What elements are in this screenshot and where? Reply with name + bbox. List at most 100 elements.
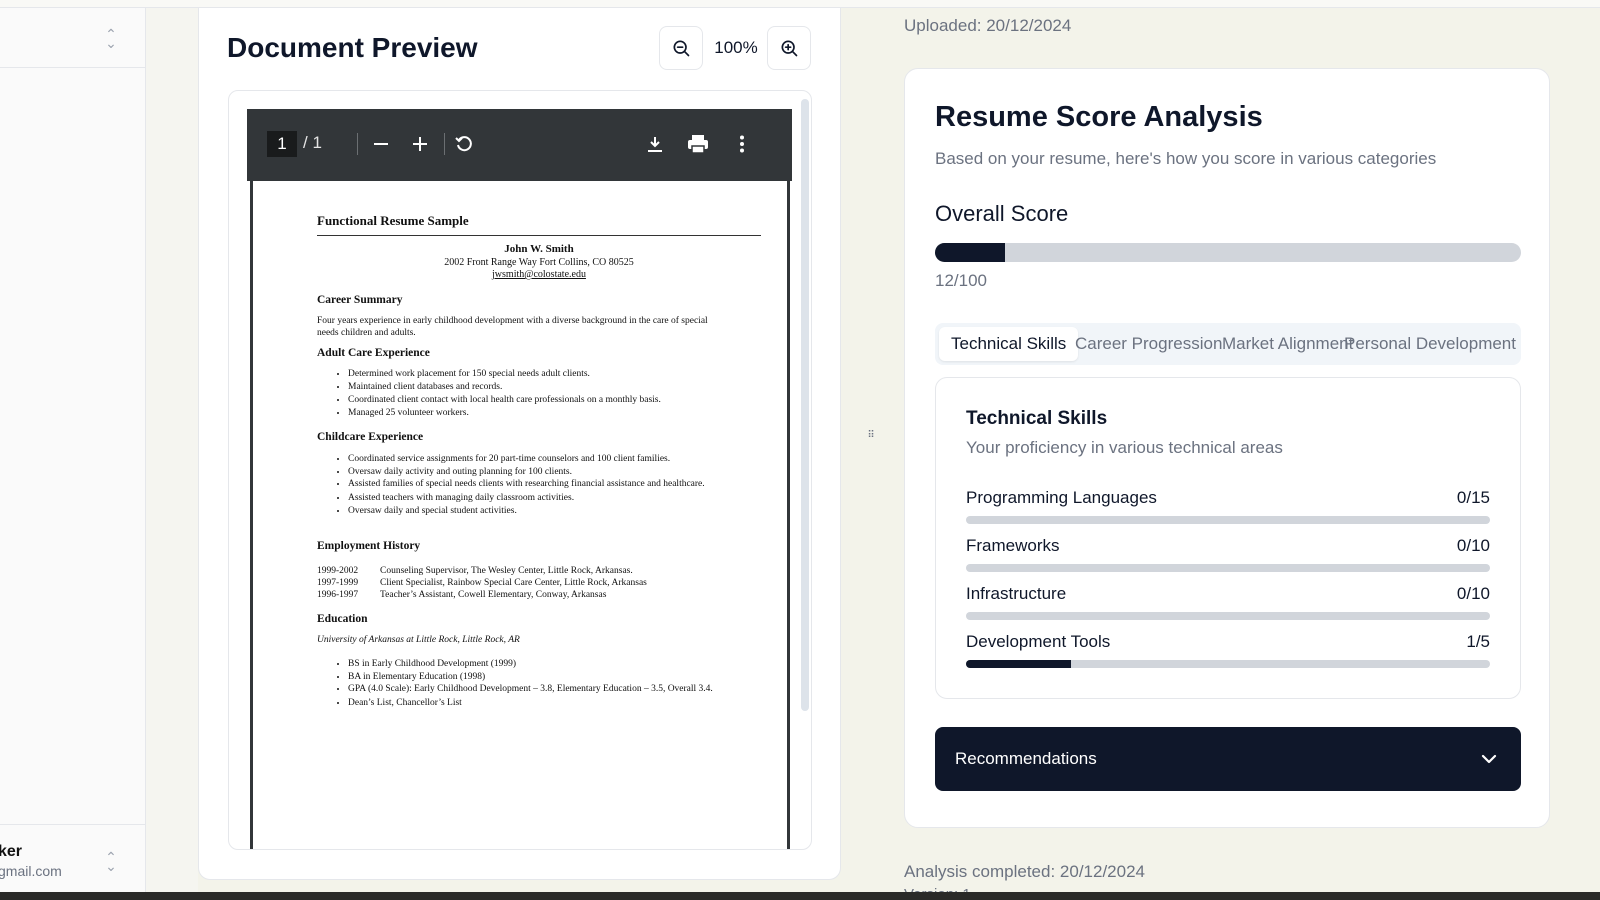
employment-heading: Employment History [317,540,421,552]
download-button[interactable] [641,130,669,158]
list-item: Assisted teachers with managing daily cl… [348,492,713,505]
employment-years: 1999-2002 [317,566,359,576]
pdf-zoom-out-button[interactable] [367,130,395,158]
pdf-zoom-in-button[interactable] [406,130,434,158]
childcare-heading: Childcare Experience [317,431,424,443]
list-item: Oversaw daily activity and outing planni… [348,466,713,479]
plus-icon [413,137,427,151]
employment-row: 1999-2002 Counseling Supervisor, The Wesl… [317,565,633,577]
skill-progress-bar [966,612,1490,620]
user-name: ker [0,843,23,860]
list-item: Dean’s List, Chancellor’s List [348,697,713,710]
overall-score-fill [935,243,1006,262]
recommendations-accordion[interactable]: Recommendations [935,727,1521,791]
list-item: BA in Elementary Education (1998) [348,671,713,684]
bottom-window-edge [0,892,1600,900]
section-title: Technical Skills [966,408,1108,429]
overall-score-value: 12/100 [935,271,987,290]
sidebar-header[interactable]: ⌃ ⌄ [0,8,145,68]
overall-score-bar [935,243,1521,262]
more-options-button[interactable] [728,130,756,158]
skill-name: Infrastructure [966,584,1067,603]
inset-gap [146,8,198,892]
chevrons-up-down-icon[interactable]: ⌃ ⌄ [104,27,118,50]
skill-progress-bar [966,564,1490,572]
chevron-down-icon [1481,754,1497,764]
list-item: BS in Early Childhood Development (1999) [348,658,713,671]
employment-years: 1996-1997 [317,590,359,600]
employment-role: Client Specialist, Rainbow Special Care … [380,578,647,588]
list-item: Managed 25 volunteer workers. [348,407,713,420]
skill-name: Development Tools [966,632,1111,651]
more-vertical-icon [740,135,744,153]
tab-market-alignment[interactable]: Market Alignment [1222,323,1353,365]
tab-personal-development[interactable]: Personal Development [1344,323,1516,365]
resize-handle-icon[interactable]: ⠿ [866,428,876,444]
list-item: Assisted families of special needs clien… [348,479,713,490]
tab-technical-skills[interactable]: Technical Skills [939,327,1079,361]
employment-role: Counseling Supervisor, The Wesley Center… [380,566,633,576]
skill-row: Frameworks 0/10 [966,536,1490,580]
skill-progress-bar [966,660,1490,668]
list-item: Coordinated client contact with local he… [348,394,713,407]
skill-score: 0/15 [1456,488,1490,507]
skill-row: Infrastructure 0/10 [966,584,1490,628]
resume-address: 2002 Front Range Way Fort Collins, CO 80… [444,257,634,268]
pdf-toolbar: 1 / 1 [247,109,792,181]
employment-years: 1997-1999 [317,578,359,588]
skill-row: Programming Languages 0/15 [966,488,1490,532]
zoom-out-button[interactable] [659,26,703,70]
skill-score: 0/10 [1456,536,1490,555]
skill-progress-fill [966,660,1071,668]
education-school: University of Arkansas at Little Rock, L… [317,635,520,645]
rotate-icon [455,136,472,152]
viewer-scrollbar[interactable] [801,99,809,711]
zoom-in-button[interactable] [767,26,811,70]
card-title: Resume Score Analysis [935,101,1263,133]
toolbar-divider [357,133,358,155]
education-heading: Education [317,613,368,625]
skill-row: Development Tools 1/5 [966,632,1490,676]
rotate-button[interactable] [450,130,478,158]
score-analysis-card: Resume Score Analysis Based on your resu… [904,68,1550,828]
page-title: Document Preview [227,32,478,63]
resume-email: jwsmith@colostate.edu [492,269,586,280]
skill-progress-bar [966,516,1490,524]
skill-name: Programming Languages [966,488,1157,507]
tab-career-progression[interactable]: Career Progression [1075,323,1222,365]
pdf-viewer[interactable]: 1 / 1 Functional Resume Sample John W. S… [228,90,812,850]
adult-care-heading: Adult Care Experience [317,347,430,359]
chevrons-up-down-icon[interactable]: ⌃ ⌄ [104,850,118,873]
career-summary-heading: Career Summary [317,294,403,306]
resume-title: Functional Resume Sample [317,213,469,228]
pdf-page: Functional Resume Sample John W. Smith 2… [250,181,790,849]
employment-row: 1997-1999 Client Specialist, Rainbow Spec… [317,577,647,589]
sidebar: ⌃ ⌄ ker gmail.com ⌃ ⌄ [0,8,146,892]
page-number-input[interactable]: 1 [267,131,297,157]
user-email: gmail.com [0,863,62,879]
top-window-edge [0,0,1600,8]
list-item: GPA (4.0 Scale): Early Childhood Develop… [348,684,713,695]
employment-row: 1996-1997 Teacher’s Assistant, Cowell Ele… [317,589,606,601]
zoom-in-icon [781,40,798,57]
category-tabs: Technical Skills Career Progression Mark… [935,323,1521,365]
user-menu[interactable]: ker gmail.com ⌃ ⌄ [0,824,146,894]
resume-name: John W. Smith [504,243,574,255]
technical-skills-panel: Technical Skills Your proficiency in var… [935,377,1521,699]
section-subtitle: Your proficiency in various technical ar… [966,438,1283,457]
education-list: BS in Early Childhood Development (1999)… [333,658,713,710]
adult-care-list: Determined work placement for 150 specia… [333,368,713,420]
minus-icon [374,143,388,145]
childcare-list: Coordinated service assignments for 20 p… [333,453,713,518]
list-item: Coordinated service assignments for 20 p… [348,453,713,466]
download-icon [648,137,662,152]
print-icon [688,135,708,154]
recommendations-label: Recommendations [955,749,1097,768]
career-summary-text: Four years experience in early childhood… [317,316,708,338]
zoom-level: 100% [714,38,758,57]
print-button[interactable] [684,130,712,158]
toolbar-divider [444,133,445,155]
uploaded-date: Uploaded: 20/12/2024 [904,16,1072,35]
resume-rule [317,235,761,236]
skill-score: 1/5 [1466,632,1490,651]
